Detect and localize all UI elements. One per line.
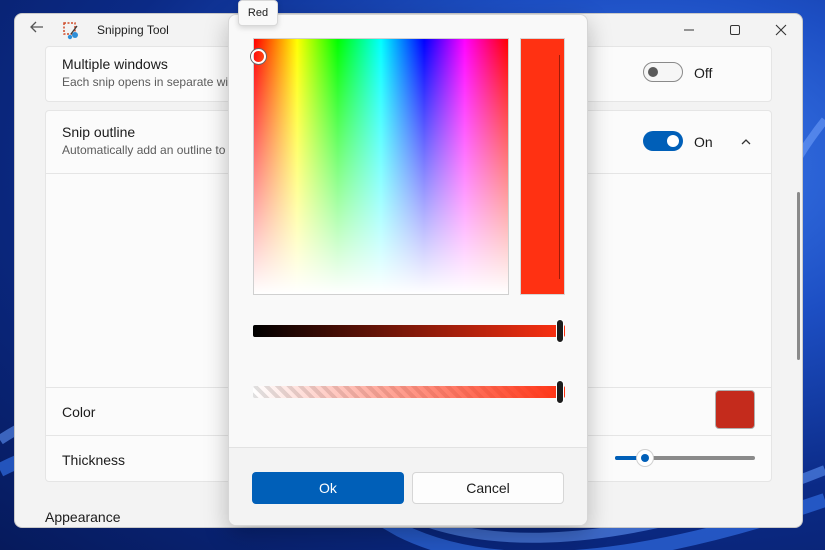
outline-color-swatch[interactable] bbox=[715, 390, 755, 429]
multiple-windows-description: Each snip opens in separate wi bbox=[62, 75, 229, 89]
alpha-slider-handle[interactable] bbox=[556, 380, 564, 404]
scrollbar[interactable] bbox=[797, 192, 800, 360]
snipping-tool-app-icon bbox=[63, 22, 78, 40]
multiple-windows-title: Multiple windows bbox=[62, 56, 168, 72]
maximize-icon[interactable] bbox=[712, 14, 758, 46]
appearance-heading: Appearance bbox=[45, 509, 121, 525]
back-arrow-icon[interactable] bbox=[25, 20, 49, 40]
snip-outline-toggle[interactable] bbox=[643, 131, 683, 151]
cancel-button[interactable]: Cancel bbox=[412, 472, 564, 504]
close-icon[interactable] bbox=[758, 14, 802, 46]
alpha-slider[interactable] bbox=[253, 386, 565, 398]
thickness-slider-thumb[interactable] bbox=[636, 449, 654, 467]
snip-outline-description: Automatically add an outline to bbox=[62, 143, 226, 157]
multiple-windows-toggle-label: Off bbox=[694, 65, 713, 81]
value-slider[interactable] bbox=[253, 325, 565, 337]
dialog-footer: Ok Cancel bbox=[229, 447, 587, 525]
snip-outline-title: Snip outline bbox=[62, 124, 136, 140]
thickness-label: Thickness bbox=[62, 452, 126, 468]
color-picker-dialog: Ok Cancel bbox=[228, 14, 588, 526]
minimize-icon[interactable] bbox=[666, 14, 712, 46]
chevron-up-icon[interactable] bbox=[739, 135, 753, 149]
spectrum-selector-handle[interactable] bbox=[251, 49, 266, 64]
color-spectrum[interactable] bbox=[251, 38, 509, 295]
ok-button[interactable]: Ok bbox=[252, 472, 404, 504]
window-title: Snipping Tool bbox=[97, 23, 169, 37]
color-label: Color bbox=[62, 404, 96, 420]
multiple-windows-toggle[interactable] bbox=[643, 62, 683, 82]
color-name-tooltip: Red bbox=[238, 0, 278, 26]
snip-outline-toggle-label: On bbox=[694, 134, 713, 150]
value-slider-handle[interactable] bbox=[556, 319, 564, 343]
preview-edge-line bbox=[559, 55, 560, 279]
